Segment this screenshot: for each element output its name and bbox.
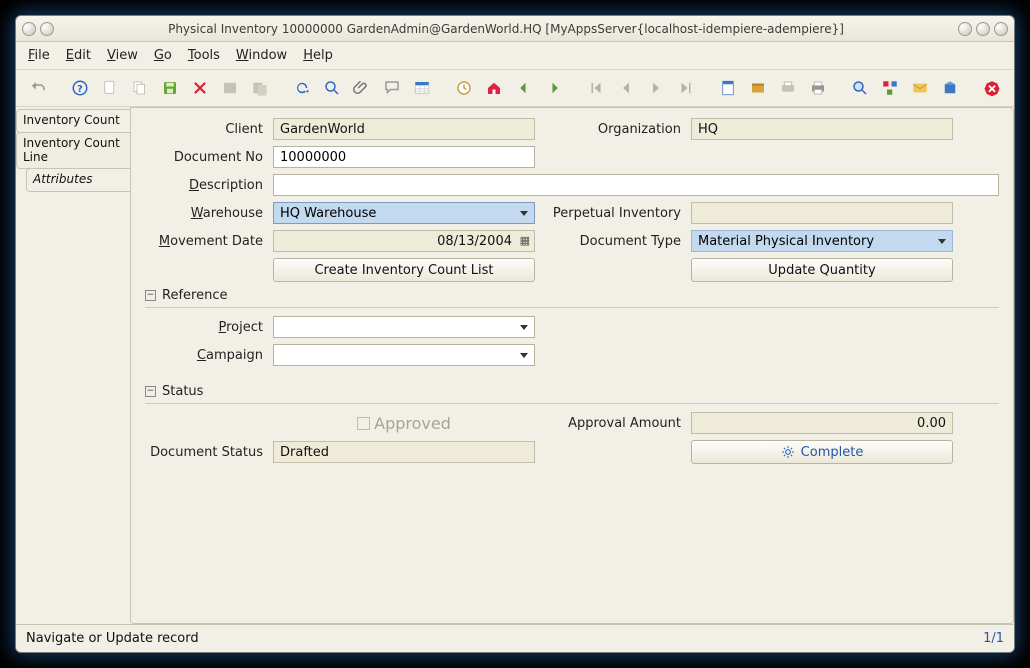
field-approval-amount: 0.00 (691, 412, 953, 434)
menu-window[interactable]: Window (236, 48, 287, 63)
close-window-button[interactable] (994, 22, 1008, 36)
record-position: 1/1 (983, 631, 1004, 646)
history-icon[interactable] (452, 76, 476, 100)
last-icon (674, 76, 698, 100)
menu-tools[interactable]: Tools (188, 48, 220, 63)
disabled-2-icon (248, 76, 272, 100)
app-window: Physical Inventory 10000000 GardenAdmin@… (15, 15, 1015, 653)
titlebar: Physical Inventory 10000000 GardenAdmin@… (16, 16, 1014, 42)
collapse-status-icon[interactable]: − (145, 386, 156, 397)
forward-icon[interactable] (542, 76, 566, 100)
window-pin-button[interactable] (40, 22, 54, 36)
field-perpetual-inventory (691, 202, 953, 224)
section-status: − Status (145, 384, 999, 399)
field-movement-date[interactable]: 08/13/2004 (273, 230, 535, 252)
button-create-inventory-count-list[interactable]: Create Inventory Count List (273, 258, 535, 282)
minimize-button[interactable] (958, 22, 972, 36)
home-icon[interactable] (482, 76, 506, 100)
field-organization: HQ (691, 118, 953, 140)
collapse-reference-icon[interactable]: − (145, 290, 156, 301)
tab-inventory-count[interactable]: Inventory Count (16, 109, 130, 133)
statusbar: Navigate or Update record 1/1 (16, 624, 1014, 652)
back-icon[interactable] (512, 76, 536, 100)
tab-sidebar: Inventory Count Inventory Count Line Att… (16, 107, 130, 624)
label-organization: Organization (541, 122, 685, 137)
label-description: Description (145, 178, 267, 193)
menu-go[interactable]: Go (154, 48, 172, 63)
label-document-no: Document No (145, 150, 267, 165)
label-movement-date: Movement Date (145, 234, 267, 249)
field-document-status: Drafted (273, 441, 535, 463)
search-icon[interactable] (320, 76, 344, 100)
label-document-type: Document Type (541, 234, 685, 249)
tab-attributes[interactable]: Attributes (26, 168, 130, 192)
maximize-button[interactable] (976, 22, 990, 36)
product-icon[interactable] (938, 76, 962, 100)
label-client: Client (145, 122, 267, 137)
label-approval-amount: Approval Amount (541, 416, 685, 431)
help-icon[interactable]: ? (68, 76, 92, 100)
undo-icon[interactable] (26, 76, 50, 100)
svg-text:?: ? (77, 84, 83, 95)
gear-icon (781, 445, 795, 459)
attachment-icon[interactable] (350, 76, 374, 100)
refresh-icon[interactable] (290, 76, 314, 100)
section-reference: − Reference (145, 288, 999, 303)
toolbar: ? (16, 70, 1014, 107)
chat-icon[interactable] (380, 76, 404, 100)
save-icon[interactable] (158, 76, 182, 100)
menubar: File Edit View Go Tools Window Help (16, 42, 1014, 70)
field-project[interactable] (273, 316, 535, 338)
tab-inventory-count-line[interactable]: Inventory Count Line (16, 132, 130, 170)
field-document-type[interactable]: Material Physical Inventory (691, 230, 953, 252)
field-client: GardenWorld (273, 118, 535, 140)
menu-file[interactable]: File (28, 48, 50, 63)
archive-icon[interactable] (746, 76, 770, 100)
field-warehouse[interactable]: HQ Warehouse (273, 202, 535, 224)
print-preview-icon[interactable] (776, 76, 800, 100)
button-complete[interactable]: Complete (691, 440, 953, 464)
workflow-icon[interactable] (878, 76, 902, 100)
label-campaign: Campaign (145, 348, 267, 363)
field-campaign[interactable] (273, 344, 535, 366)
window-menu-button[interactable] (22, 22, 36, 36)
prev-icon (614, 76, 638, 100)
button-update-quantity[interactable]: Update Quantity (691, 258, 953, 282)
grid-icon[interactable] (410, 76, 434, 100)
window-title: Physical Inventory 10000000 GardenAdmin@… (54, 22, 958, 36)
label-document-status: Document Status (145, 445, 267, 460)
new-icon[interactable] (98, 76, 122, 100)
label-project: Project (145, 320, 267, 335)
status-message: Navigate or Update record (26, 631, 199, 646)
menu-help[interactable]: Help (303, 48, 333, 63)
menu-view[interactable]: View (107, 48, 138, 63)
label-perpetual-inventory: Perpetual Inventory (541, 206, 685, 221)
first-icon (584, 76, 608, 100)
zoom-icon[interactable] (848, 76, 872, 100)
close-icon[interactable] (980, 76, 1004, 100)
report-icon[interactable] (716, 76, 740, 100)
print-icon[interactable] (806, 76, 830, 100)
copy-icon[interactable] (128, 76, 152, 100)
next-icon (644, 76, 668, 100)
field-document-no[interactable] (273, 146, 535, 168)
label-warehouse: Warehouse (145, 206, 267, 221)
checkbox-approved-box (357, 417, 370, 430)
checkbox-approved: Approved (273, 414, 535, 433)
delete-icon[interactable] (188, 76, 212, 100)
form-panel: Client GardenWorld Organization HQ Docum… (130, 107, 1014, 624)
field-description[interactable] (273, 174, 999, 196)
request-icon[interactable] (908, 76, 932, 100)
menu-edit[interactable]: Edit (66, 48, 91, 63)
disabled-1-icon (218, 76, 242, 100)
